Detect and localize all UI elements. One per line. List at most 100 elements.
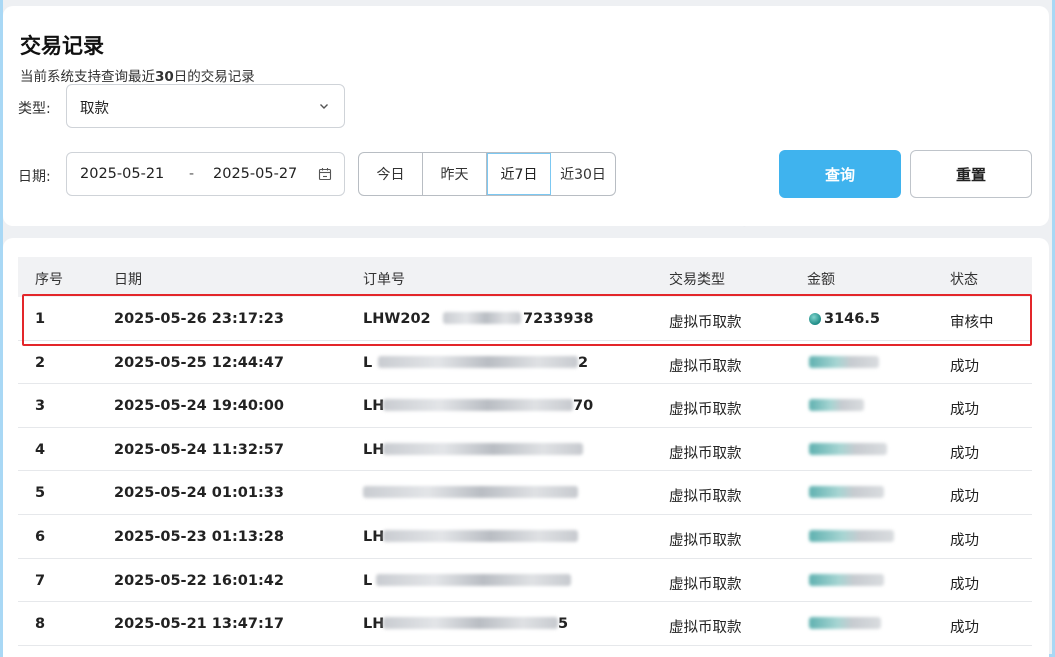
row-order-prefix: LH xyxy=(363,441,385,458)
calendar-icon[interactable] xyxy=(318,167,332,181)
row-status: 成功 xyxy=(950,576,979,593)
row-type: 虚拟币取款 xyxy=(669,489,742,506)
date-range-picker[interactable]: 2025-05-21 - 2025-05-27 xyxy=(66,152,345,196)
table-row[interactable]: 6 2025-05-23 01:13:28 LH 虚拟币取款 成功 xyxy=(18,515,1032,559)
row-order-prefix: LH xyxy=(363,528,385,545)
row-index: 4 xyxy=(35,441,46,458)
amount-redaction xyxy=(809,442,887,455)
page-title: 交易记录 xyxy=(20,34,104,58)
order-redaction xyxy=(383,529,578,542)
row-status: 成功 xyxy=(950,402,979,419)
row-order-prefix: LH xyxy=(363,616,385,633)
col-date: 日期 xyxy=(114,272,142,288)
row-type: 虚拟币取款 xyxy=(669,620,742,637)
order-redaction xyxy=(376,573,571,586)
row-order-suffix: 5 xyxy=(558,616,569,633)
row-type: 虚拟币取款 xyxy=(669,445,742,462)
amount-redaction xyxy=(809,529,894,542)
row-index: 2 xyxy=(35,354,46,371)
table-body: 1 2025-05-26 23:17:23 LHW202 7233938 虚拟币取款 31… xyxy=(18,297,1032,646)
quick-range-group: 今日 昨天 近7日 近30日 xyxy=(358,152,616,196)
row-index: 6 xyxy=(35,528,46,545)
order-redaction xyxy=(378,355,578,368)
row-index: 1 xyxy=(35,311,46,327)
row-amount: 3146.5 xyxy=(824,311,880,327)
col-status: 状态 xyxy=(950,272,978,288)
col-index: 序号 xyxy=(35,272,63,288)
row-order-suffix: 70 xyxy=(573,398,594,415)
date-label: 日期: xyxy=(18,169,51,185)
table-row[interactable]: 7 2025-05-22 16:01:42 L 虚拟币取款 成功 xyxy=(18,559,1032,603)
coin-icon xyxy=(809,313,821,325)
table-row[interactable]: 1 2025-05-26 23:17:23 LHW202 7233938 虚拟币取款 31… xyxy=(18,297,1032,341)
row-date: 2025-05-25 12:44:47 xyxy=(114,354,284,371)
quick-range-30days[interactable]: 近30日 xyxy=(551,153,615,195)
subtitle-days: 30 xyxy=(155,69,174,85)
order-redaction xyxy=(383,399,573,412)
table-row[interactable]: 5 2025-05-24 01:01:33 虚拟币取款 成功 xyxy=(18,471,1032,515)
col-amount: 金额 xyxy=(807,272,835,288)
query-button[interactable]: 查询 xyxy=(779,150,901,198)
row-status: 成功 xyxy=(950,489,979,506)
row-type: 虚拟币取款 xyxy=(669,358,742,375)
records-table-card: 序号 日期 订单号 交易类型 金额 状态 1 2025-05-26 23:17:2… xyxy=(3,238,1049,657)
row-index: 5 xyxy=(35,485,46,502)
type-select-value: 取款 xyxy=(80,101,109,117)
row-date: 2025-05-24 01:01:33 xyxy=(114,485,284,502)
row-index: 7 xyxy=(35,572,46,589)
amount-redaction xyxy=(809,486,884,499)
amount-redaction xyxy=(809,617,881,630)
row-date: 2025-05-26 23:17:23 xyxy=(114,311,284,327)
row-date: 2025-05-21 13:47:17 xyxy=(114,616,284,633)
col-order: 订单号 xyxy=(363,272,405,288)
row-status: 成功 xyxy=(950,358,979,375)
row-status: 审核中 xyxy=(950,315,994,331)
row-date: 2025-05-24 11:32:57 xyxy=(114,441,284,458)
row-order-prefix: L xyxy=(363,572,373,589)
order-redaction xyxy=(363,486,578,499)
col-type: 交易类型 xyxy=(669,272,725,288)
quick-range-7days[interactable]: 近7日 xyxy=(487,153,551,195)
subtitle-post: 日的交易记录 xyxy=(173,69,255,85)
row-date: 2025-05-22 16:01:42 xyxy=(114,572,284,589)
table-row[interactable]: 3 2025-05-24 19:40:00 LH 70 虚拟币取款 成功 xyxy=(18,384,1032,428)
subtitle-pre: 当前系统支持查询最近 xyxy=(20,69,155,85)
quick-range-yesterday[interactable]: 昨天 xyxy=(423,153,487,195)
row-type: 虚拟币取款 xyxy=(669,532,742,549)
quick-range-today[interactable]: 今日 xyxy=(359,153,423,195)
reset-button[interactable]: 重置 xyxy=(910,150,1032,198)
filter-card: 交易记录 当前系统支持查询最近30日的交易记录 类型: 取款 日期: 2025-… xyxy=(3,6,1049,226)
row-order-prefix: LHW202 xyxy=(363,311,431,327)
order-redaction xyxy=(443,312,521,324)
page-subtitle: 当前系统支持查询最近30日的交易记录 xyxy=(20,65,255,85)
row-status: 成功 xyxy=(950,532,979,549)
row-type: 虚拟币取款 xyxy=(669,402,742,419)
order-redaction xyxy=(383,442,583,455)
type-select[interactable]: 取款 xyxy=(66,84,345,128)
chevron-down-icon xyxy=(320,104,328,109)
date-end[interactable]: 2025-05-27 xyxy=(213,166,297,182)
row-order-prefix: L xyxy=(363,354,373,371)
row-order-suffix: 7233938 xyxy=(523,311,594,327)
row-status: 成功 xyxy=(950,445,979,462)
table-header: 序号 日期 订单号 交易类型 金额 状态 xyxy=(18,257,1032,297)
row-status: 成功 xyxy=(950,620,979,637)
row-order-prefix: LH xyxy=(363,398,385,415)
type-label: 类型: xyxy=(18,101,51,117)
row-index: 8 xyxy=(35,616,46,633)
row-type: 虚拟币取款 xyxy=(669,315,742,331)
row-date: 2025-05-23 01:13:28 xyxy=(114,528,284,545)
row-order-suffix: 2 xyxy=(578,354,589,371)
table-row[interactable]: 4 2025-05-24 11:32:57 LH 虚拟币取款 成功 xyxy=(18,428,1032,472)
table-row[interactable]: 8 2025-05-21 13:47:17 LH 5 虚拟币取款 成功 xyxy=(18,602,1032,646)
amount-redaction xyxy=(809,355,879,368)
row-type: 虚拟币取款 xyxy=(669,576,742,593)
date-start[interactable]: 2025-05-21 xyxy=(80,166,164,182)
row-date: 2025-05-24 19:40:00 xyxy=(114,398,284,415)
date-separator: - xyxy=(189,166,195,182)
table-row[interactable]: 2 2025-05-25 12:44:47 L 2 虚拟币取款 成功 xyxy=(18,341,1032,385)
row-index: 3 xyxy=(35,398,46,415)
amount-redaction xyxy=(809,573,884,586)
order-redaction xyxy=(383,617,558,630)
amount-redaction xyxy=(809,399,864,412)
